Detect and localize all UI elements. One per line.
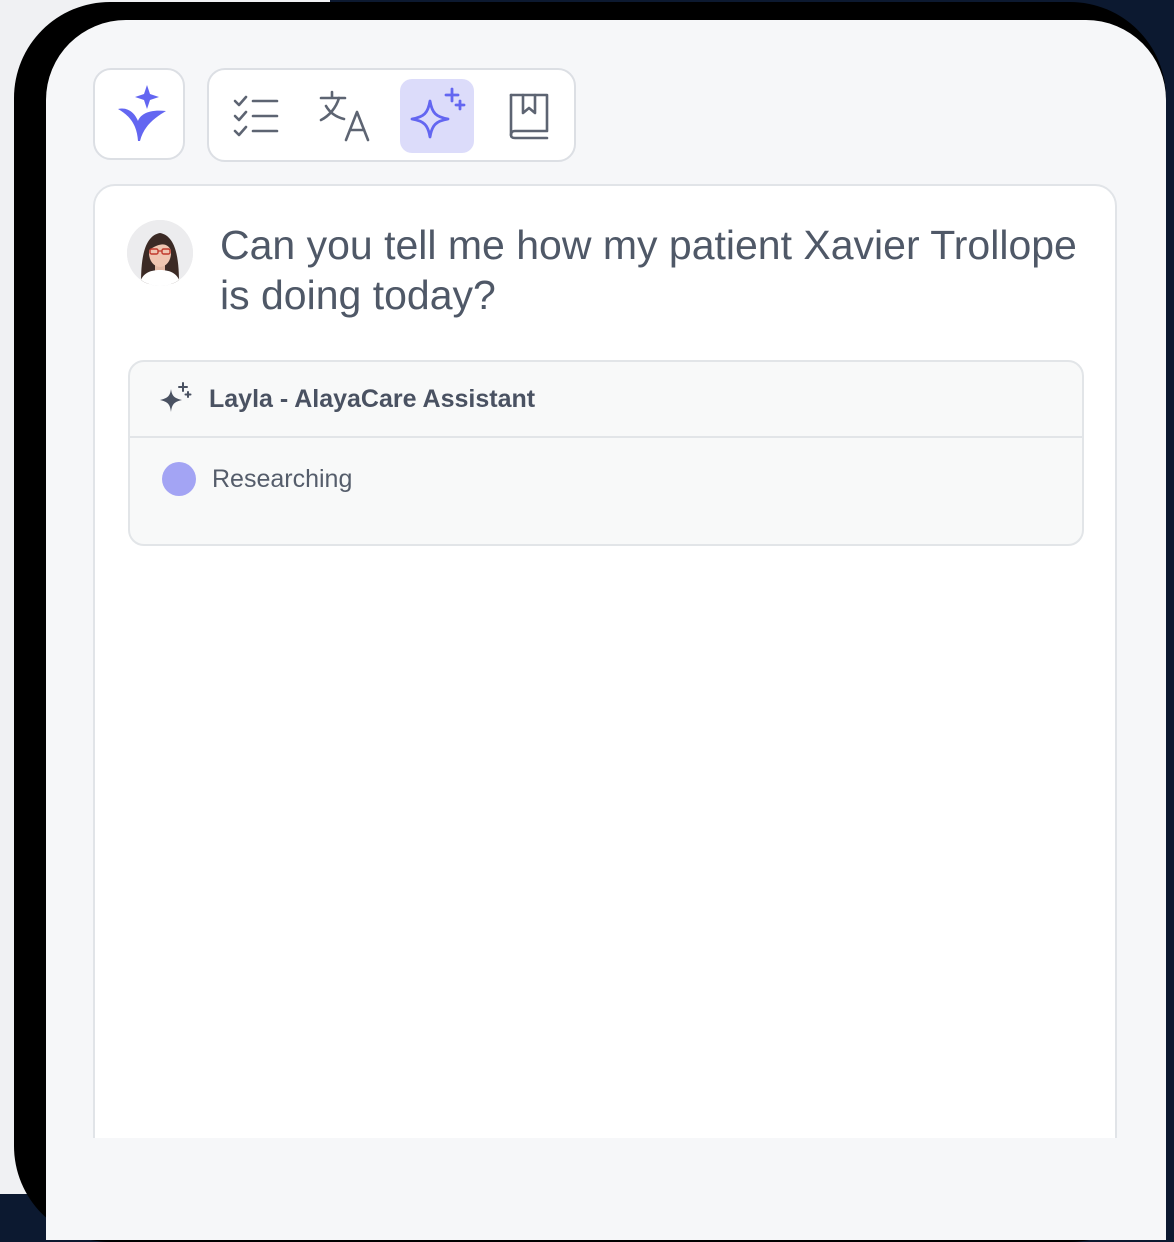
tool-knowledge-base[interactable] <box>491 79 565 153</box>
sparkle-icon <box>160 382 192 412</box>
bottom-bar <box>46 1138 1166 1240</box>
assistant-status: Researching <box>130 438 1082 548</box>
sprout-sparkle-icon <box>118 85 166 141</box>
tool-checklist[interactable] <box>219 79 293 153</box>
translate-icon <box>319 90 370 142</box>
tool-assistant[interactable] <box>400 79 474 153</box>
assistant-name: Layla - AlayaCare Assistant <box>209 385 536 413</box>
tool-translate[interactable] <box>309 79 383 153</box>
sparkle-icon <box>410 87 466 139</box>
user-avatar-image <box>127 220 193 286</box>
assistant-response-panel: Layla - AlayaCare Assistant Researching <box>128 360 1084 546</box>
conversation-card: Can you tell me how my patient Xavier Tr… <box>93 184 1117 1240</box>
assistant-header: Layla - AlayaCare Assistant <box>130 362 1082 438</box>
device-frame: Can you tell me how my patient Xavier Tr… <box>14 2 1166 1242</box>
status-text: Researching <box>212 465 353 493</box>
checklist-icon <box>233 95 279 137</box>
bookmark-book-icon <box>509 93 549 140</box>
toolbar <box>207 68 576 162</box>
app-logo-button[interactable] <box>93 68 185 160</box>
avatar <box>127 220 193 286</box>
app-screen: Can you tell me how my patient Xavier Tr… <box>46 20 1166 1240</box>
status-indicator <box>162 462 196 496</box>
user-question: Can you tell me how my patient Xavier Tr… <box>220 222 1077 318</box>
